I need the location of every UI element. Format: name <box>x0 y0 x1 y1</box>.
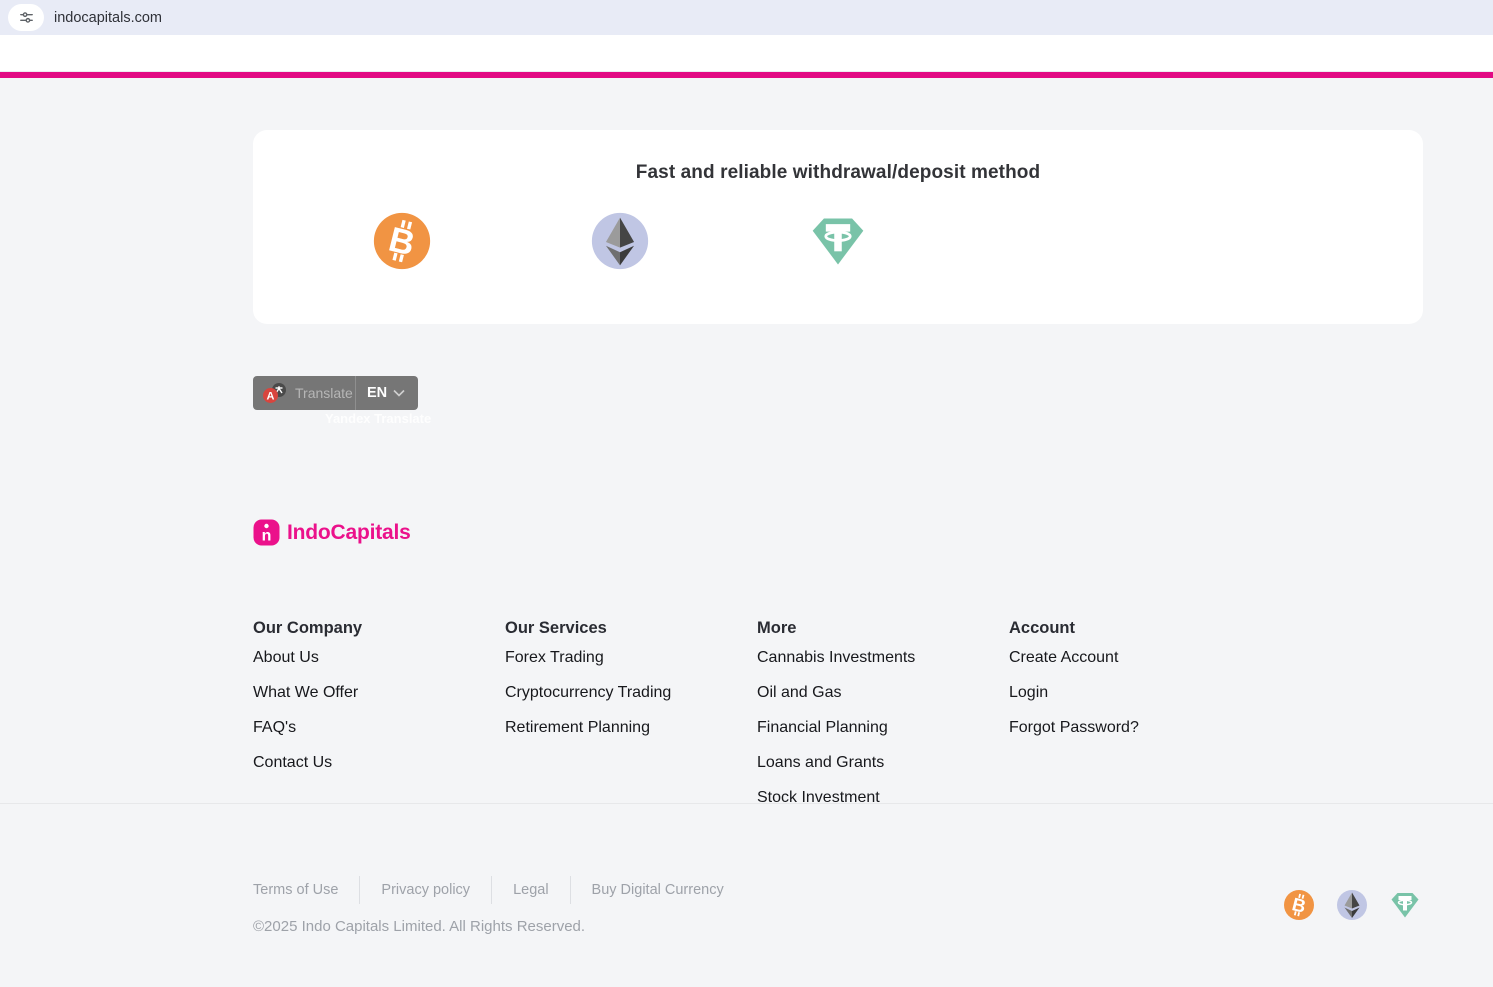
bitcoin-icon: B <box>372 211 432 271</box>
chevron-down-icon <box>392 388 406 398</box>
legal-separator <box>491 876 492 904</box>
payment-methods-card: Fast and reliable withdrawal/deposit met… <box>253 130 1423 324</box>
legal-links-row: Terms of Use Privacy policy Legal Buy Di… <box>253 876 724 904</box>
language-dropdown[interactable]: EN <box>356 385 406 401</box>
footer-link-faqs[interactable]: FAQ's <box>253 720 505 736</box>
footer-link-create-account[interactable]: Create Account <box>1009 650 1261 666</box>
footer-link-retirement-planning[interactable]: Retirement Planning <box>505 720 757 736</box>
footer-link-login[interactable]: Login <box>1009 685 1261 701</box>
footer-link-oil-and-gas[interactable]: Oil and Gas <box>757 685 1009 701</box>
language-code: EN <box>367 385 387 401</box>
payment-icons-row: B <box>253 211 1423 271</box>
brand-name: IndoCapitals <box>287 521 411 545</box>
ethereum-icon <box>1336 889 1368 921</box>
copyright-text: ©2025 Indo Capitals Limited. All Rights … <box>253 918 585 935</box>
tether-icon <box>1389 889 1421 921</box>
footer-link-forex-trading[interactable]: Forex Trading <box>505 650 757 666</box>
footer-link-cryptocurrency-trading[interactable]: Cryptocurrency Trading <box>505 685 757 701</box>
footer-column-account: Account Create Account Login Forgot Pass… <box>1009 619 1261 825</box>
page-body: Fast and reliable withdrawal/deposit met… <box>0 78 1493 987</box>
legal-separator <box>570 876 571 904</box>
footer-link-financial-planning[interactable]: Financial Planning <box>757 720 1009 736</box>
footer-column-more: More Cannabis Investments Oil and Gas Fi… <box>757 619 1009 825</box>
legal-separator <box>359 876 360 904</box>
site-settings-button[interactable] <box>8 4 44 31</box>
column-heading: More <box>757 619 1009 638</box>
tether-icon <box>808 211 868 271</box>
tune-icon <box>18 9 35 26</box>
legal-link-legal[interactable]: Legal <box>513 882 548 898</box>
bitcoin-icon: B <box>1283 889 1315 921</box>
brand-logo[interactable]: n IndoCapitals <box>253 519 411 546</box>
header-strip <box>0 35 1493 72</box>
footer-link-cannabis-investments[interactable]: Cannabis Investments <box>757 650 1009 666</box>
legal-link-terms[interactable]: Terms of Use <box>253 882 338 898</box>
footer-link-contact-us[interactable]: Contact Us <box>253 755 505 771</box>
translate-button[interactable]: A Translate <box>253 382 355 404</box>
footer-crypto-icons: B <box>1283 889 1421 921</box>
footer-column-services: Our Services Forex Trading Cryptocurrenc… <box>505 619 757 825</box>
footer-column-company: Our Company About Us What We Offer FAQ's… <box>253 619 505 825</box>
footer-columns: Our Company About Us What We Offer FAQ's… <box>253 619 1261 825</box>
footer-link-forgot-password[interactable]: Forgot Password? <box>1009 720 1261 736</box>
svg-text:A: A <box>267 391 275 403</box>
column-heading: Our Services <box>505 619 757 638</box>
translate-label: Translate <box>295 385 353 401</box>
svg-text:n: n <box>262 528 272 545</box>
footer-divider <box>0 803 1493 804</box>
footer-link-about-us[interactable]: About Us <box>253 650 505 666</box>
legal-link-buy-digital-currency[interactable]: Buy Digital Currency <box>592 882 724 898</box>
column-heading: Our Company <box>253 619 505 638</box>
translate-widget-area: A Translate EN Yandex Translate <box>253 376 431 426</box>
ethereum-icon <box>590 211 650 271</box>
translate-widget[interactable]: A Translate EN <box>253 376 418 410</box>
yandex-watermark: Yandex Translate <box>325 411 431 426</box>
indocapitals-logo-icon: n <box>253 519 280 546</box>
browser-address-bar: indocapitals.com <box>0 0 1493 35</box>
footer-link-what-we-offer[interactable]: What We Offer <box>253 685 505 701</box>
yandex-translate-icon: A <box>262 382 288 404</box>
url-text[interactable]: indocapitals.com <box>54 10 162 26</box>
footer-link-loans-and-grants[interactable]: Loans and Grants <box>757 755 1009 771</box>
payment-card-title: Fast and reliable withdrawal/deposit met… <box>253 130 1423 184</box>
column-heading: Account <box>1009 619 1261 638</box>
legal-link-privacy[interactable]: Privacy policy <box>381 882 470 898</box>
